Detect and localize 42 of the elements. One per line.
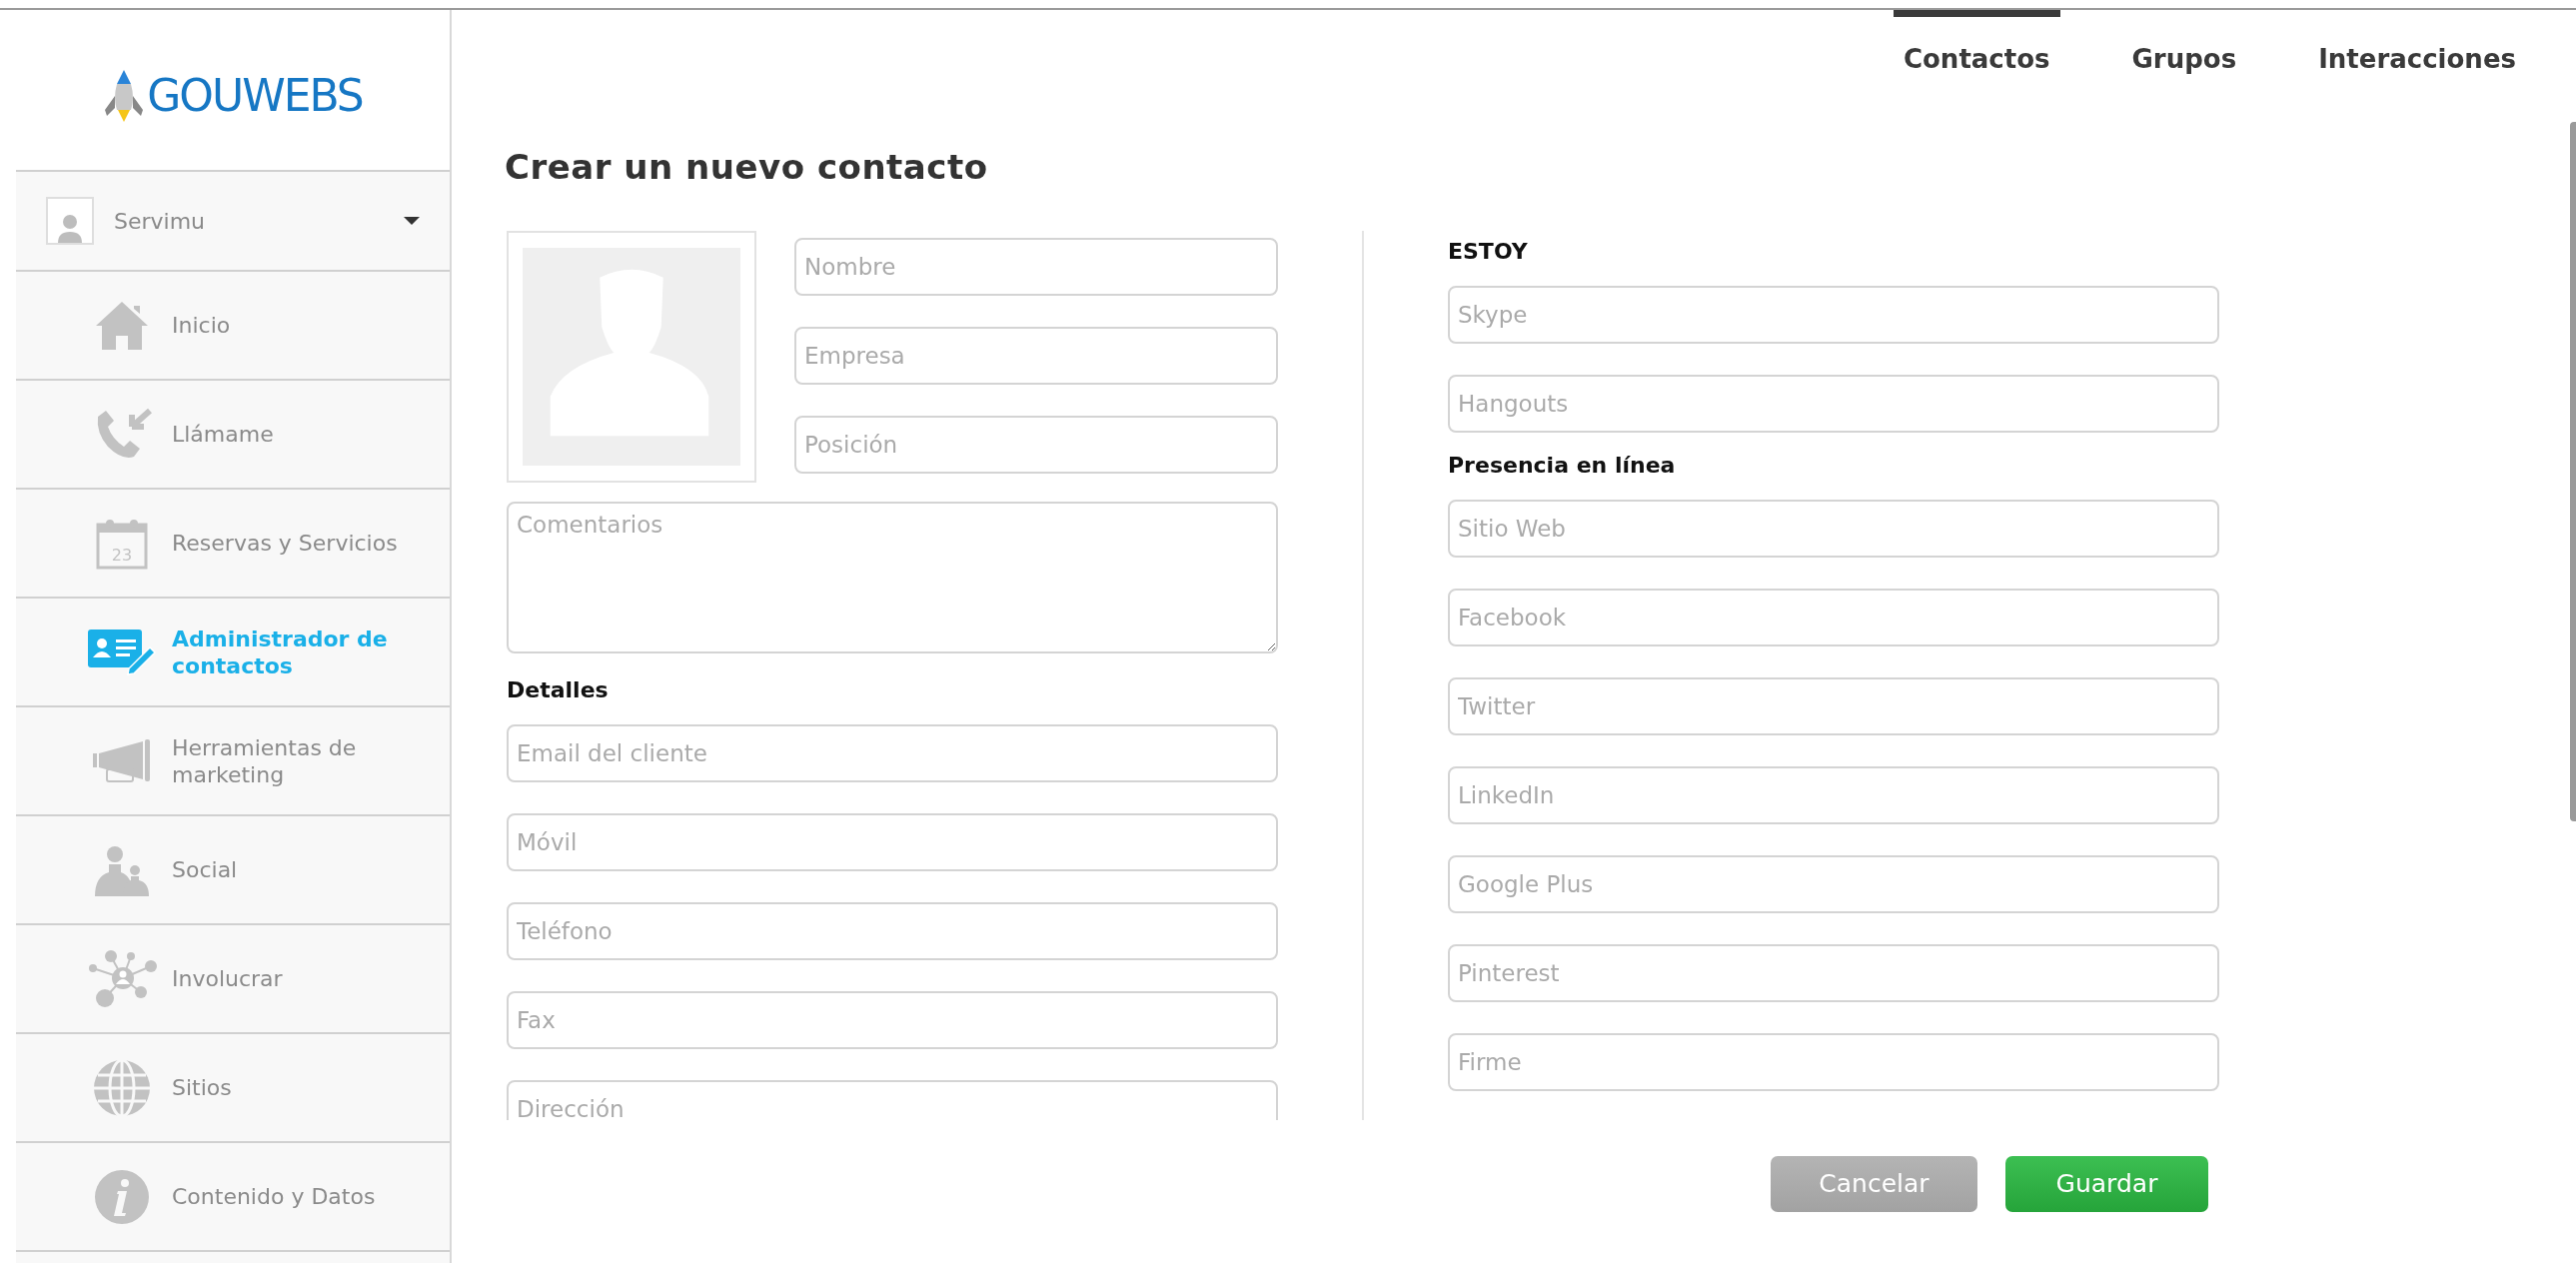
text-field[interactable]: Pinterest bbox=[1448, 944, 2219, 1002]
cancel-button[interactable]: Cancelar bbox=[1771, 1156, 1977, 1212]
save-button[interactable]: Guardar bbox=[2005, 1156, 2208, 1212]
text-field[interactable]: Sitio Web bbox=[1448, 500, 2219, 558]
text-field[interactable]: Fax bbox=[507, 991, 1278, 1049]
scrollbar-thumb[interactable] bbox=[2570, 122, 2576, 821]
logo-text: GOUWEBS bbox=[147, 74, 363, 118]
page-title: Crear un nuevo contacto bbox=[505, 146, 989, 189]
info-icon bbox=[94, 1168, 150, 1225]
logo[interactable]: GOUWEBS bbox=[16, 10, 450, 172]
section-heading: Presencia en línea bbox=[1448, 452, 1677, 480]
text-field[interactable]: Dirección bbox=[507, 1080, 1278, 1120]
nav-tab[interactable]: Grupos bbox=[2121, 10, 2247, 84]
text-field[interactable]: Facebook bbox=[1448, 589, 2219, 646]
text-field[interactable]: Empresa bbox=[794, 327, 1278, 385]
network-icon bbox=[87, 949, 157, 1008]
text-field[interactable]: Google Plus bbox=[1448, 855, 2219, 913]
section-heading: ESTOY bbox=[1448, 238, 1529, 266]
text-field[interactable]: Firme bbox=[1448, 1033, 2219, 1091]
photo-placeholder[interactable] bbox=[507, 231, 756, 483]
nav-tab[interactable]: Interacciones bbox=[2308, 10, 2526, 84]
section-heading: Detalles bbox=[507, 676, 610, 704]
text-field[interactable]: Teléfono bbox=[507, 902, 1278, 960]
rocket-icon bbox=[103, 70, 146, 122]
text-field[interactable]: LinkedIn bbox=[1448, 766, 2219, 824]
text-field[interactable]: Posición bbox=[794, 416, 1278, 474]
text-field[interactable]: Nombre bbox=[794, 238, 1278, 296]
megaphone-icon bbox=[93, 738, 151, 783]
nav-tab[interactable]: Contactos bbox=[1893, 10, 2060, 84]
text-field[interactable]: Skype bbox=[1448, 286, 2219, 344]
caret-icon bbox=[404, 217, 420, 225]
text-field[interactable]: Hangouts bbox=[1448, 375, 2219, 433]
contact-card-icon bbox=[88, 629, 156, 675]
comments-field[interactable]: Comentarios bbox=[507, 502, 1278, 653]
text-field[interactable]: Email del cliente bbox=[507, 724, 1278, 782]
users-icon bbox=[93, 843, 151, 896]
text-field[interactable]: Twitter bbox=[1448, 677, 2219, 735]
avatar-icon bbox=[46, 197, 94, 245]
home-icon bbox=[94, 299, 150, 352]
text-field[interactable]: Móvil bbox=[507, 813, 1278, 871]
user-name: Servimu bbox=[114, 207, 207, 236]
globe-icon bbox=[93, 1058, 151, 1117]
